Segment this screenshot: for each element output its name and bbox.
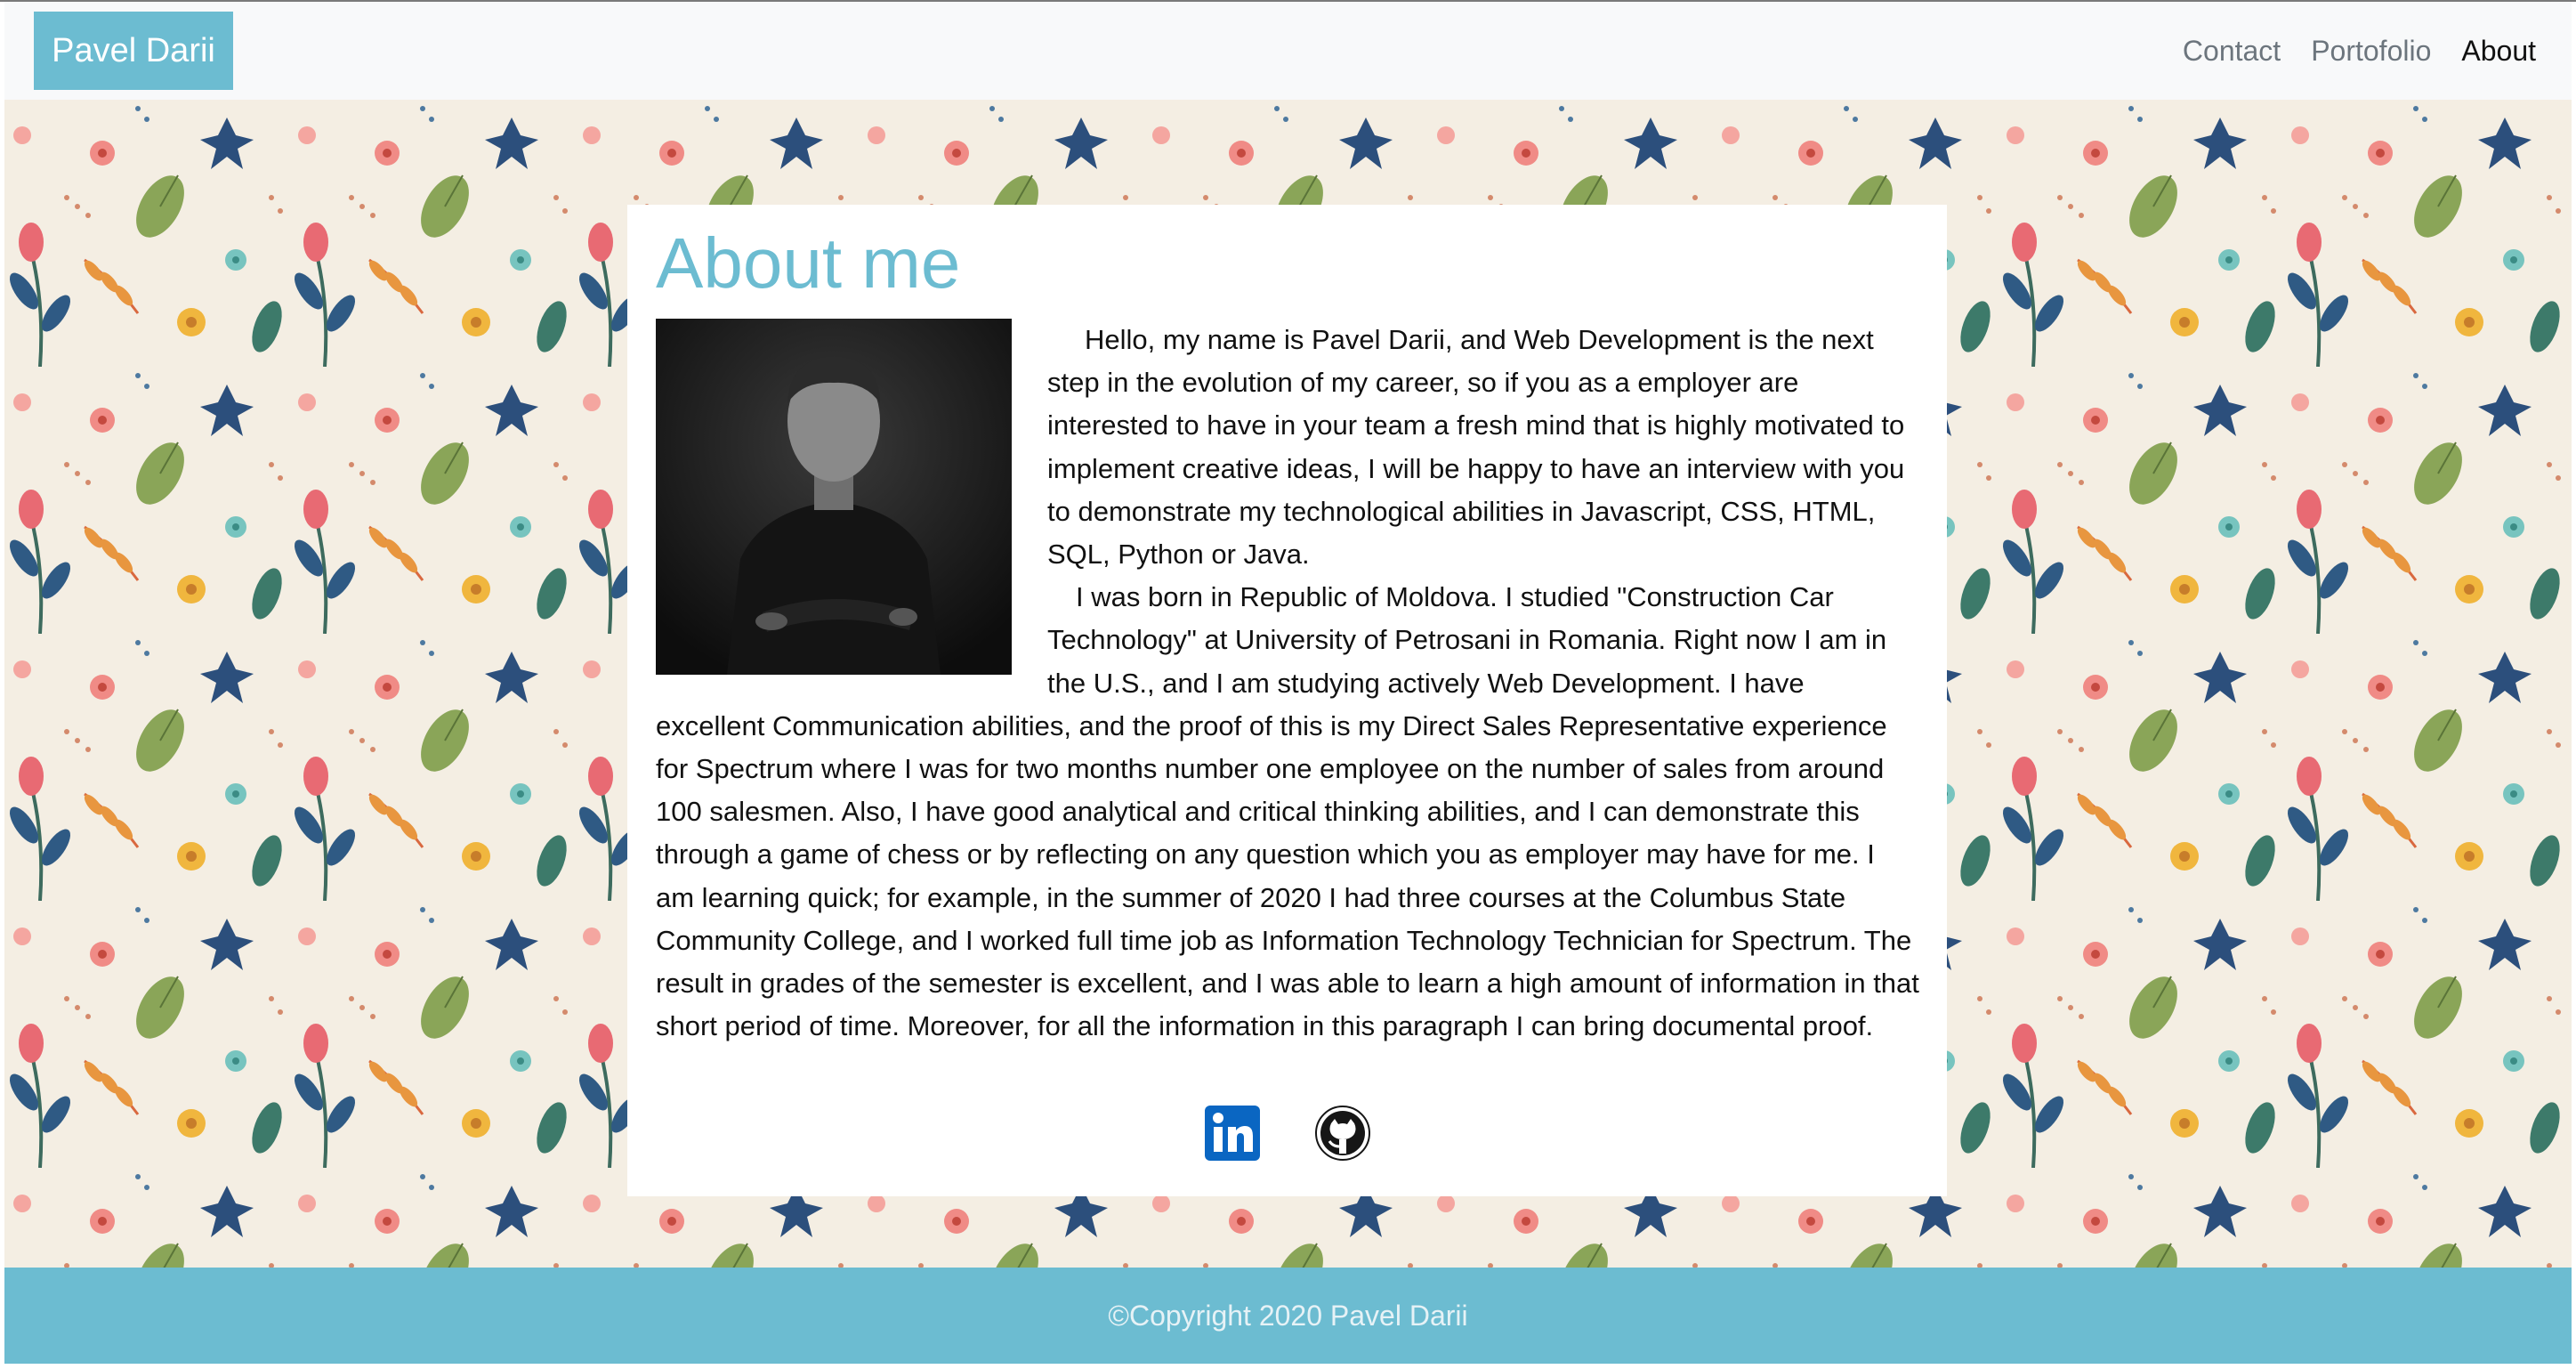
copyright-text: ©Copyright 2020 Pavel Darii bbox=[1108, 1300, 1468, 1332]
nav-link-portofolio[interactable]: Portofolio bbox=[2311, 35, 2431, 68]
about-card: About me Hello, my name is Pavel Darii, … bbox=[627, 205, 1947, 1196]
linkedin-icon bbox=[1204, 1106, 1260, 1161]
nav-link-about[interactable]: About bbox=[2461, 35, 2536, 68]
profile-photo bbox=[656, 319, 1012, 675]
brand-logo[interactable]: Pavel Darii bbox=[34, 12, 233, 90]
nav-links: Contact Portofolio About bbox=[2183, 2, 2536, 100]
navbar: Pavel Darii Contact Portofolio About bbox=[4, 2, 2572, 101]
bottom-border bbox=[0, 1364, 2576, 1369]
bio-section: Hello, my name is Pavel Darii, and Web D… bbox=[656, 319, 1920, 1048]
github-link[interactable] bbox=[1314, 1106, 1370, 1161]
linkedin-link[interactable] bbox=[1204, 1106, 1260, 1161]
footer: ©Copyright 2020 Pavel Darii bbox=[4, 1268, 2572, 1364]
page-title: About me bbox=[656, 223, 961, 303]
social-links bbox=[627, 1106, 1947, 1161]
portrait-image bbox=[656, 319, 1012, 675]
github-icon bbox=[1314, 1106, 1370, 1161]
nav-link-contact[interactable]: Contact bbox=[2183, 35, 2281, 68]
